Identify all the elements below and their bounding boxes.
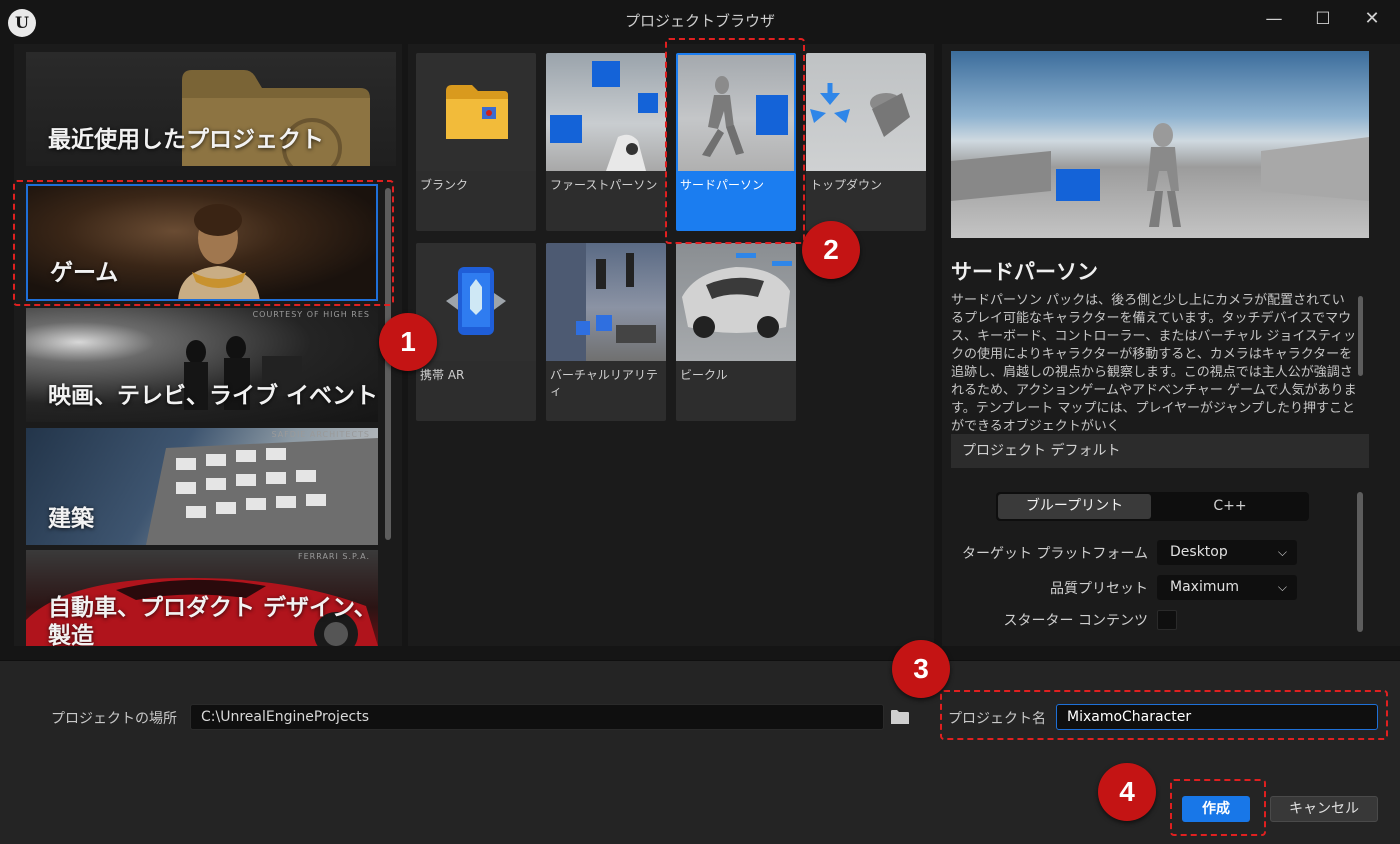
category-label: 映画、テレビ、ライブ イベント: [48, 383, 378, 409]
template-title: サードパーソン: [951, 260, 1098, 284]
third-person-mannequin: [702, 76, 788, 157]
window-title: プロジェクトブラウザ: [624, 12, 775, 30]
create-button[interactable]: 作成: [1182, 796, 1250, 822]
template-label: ファーストパーソン: [550, 178, 658, 192]
quality-preset-dropdown[interactable]: Maximum ⌵: [1157, 575, 1297, 600]
blueprint-option[interactable]: ブループリント: [998, 494, 1151, 519]
template-thumbnail: [546, 53, 666, 171]
template-grid: ブランク ファーストパーソン サードパーソン トップダウン 携帯 AR バーチャ…: [408, 44, 934, 646]
project-location-label: プロジェクトの場所: [51, 711, 177, 727]
category-label: 建築: [48, 506, 94, 532]
starter-content-label: スターター コンテンツ: [1003, 613, 1148, 629]
template-first-person[interactable]: ファーストパーソン: [546, 53, 666, 231]
template-blank[interactable]: ブランク: [416, 53, 536, 231]
step-badge-1: 1: [379, 313, 437, 371]
folder-browse-icon[interactable]: [890, 709, 910, 725]
template-thumbnail: [806, 53, 926, 171]
category-panel: 最近使用したプロジェクト ゲーム COURTESY OF HIGH RES 映画…: [14, 44, 402, 646]
project-name-input[interactable]: MixamoCharacter: [1056, 704, 1378, 730]
project-name-label: プロジェクト名: [948, 711, 1046, 727]
template-label: バーチャルリアリティ: [550, 368, 658, 398]
category-label: 最近使用したプロジェクト: [48, 127, 324, 153]
title-bar: U プロジェクトブラウザ — ☐ ✕: [0, 0, 1400, 40]
vehicle-car: [682, 253, 792, 338]
target-platform-label: ターゲット プラットフォーム: [961, 546, 1148, 562]
category-automotive-product-design[interactable]: FERRARI S.P.A. 自動車、プロダクト デザイン、製造: [26, 550, 378, 646]
virtual-reality-scene: [546, 243, 656, 361]
bottom-bar: プロジェクトの場所 C:\UnrealEngineProjects プロジェクト…: [0, 660, 1400, 844]
template-third-person[interactable]: サードパーソン: [676, 53, 796, 231]
step-badge-3: 3: [892, 640, 950, 698]
step-badge-2: 2: [802, 221, 860, 279]
settings-scrollbar[interactable]: [1357, 492, 1363, 632]
quality-preset-value: Maximum: [1170, 579, 1239, 595]
target-platform-dropdown[interactable]: Desktop ⌵: [1157, 540, 1297, 565]
close-button[interactable]: ✕: [1352, 4, 1392, 34]
image-credit: COURTESY OF HIGH RES: [252, 310, 370, 319]
top-down-scene: [810, 83, 910, 137]
cancel-button[interactable]: キャンセル: [1270, 796, 1378, 822]
quality-preset-label: 品質プリセット: [1050, 581, 1148, 597]
category-film-tv-live-events[interactable]: COURTESY OF HIGH RES 映画、テレビ、ライブ イベント: [26, 308, 378, 422]
category-label: ゲーム: [50, 260, 119, 286]
image-credit: SAFDIE ARCHITECTS: [271, 430, 370, 439]
template-label: ブランク: [420, 178, 469, 192]
project-location-input[interactable]: C:\UnrealEngineProjects: [190, 704, 884, 730]
maximize-button[interactable]: ☐: [1303, 4, 1343, 34]
template-label: ビークル: [680, 368, 728, 382]
first-person-scene: [550, 61, 658, 171]
template-description: サードパーソン パックは、後ろ側と少し上にカメラが配置されているプレイ可能なキャ…: [951, 293, 1357, 432]
language-toggle: ブループリント C++: [996, 492, 1309, 521]
template-thumbnail: [546, 243, 666, 361]
category-games[interactable]: ゲーム: [26, 184, 378, 301]
template-top-down[interactable]: トップダウン: [806, 53, 926, 231]
template-virtual-reality[interactable]: バーチャルリアリティ: [546, 243, 666, 421]
template-vehicle[interactable]: ビークル: [676, 243, 796, 421]
minimize-button[interactable]: —: [1254, 4, 1294, 34]
project-defaults-header[interactable]: プロジェクト デフォルト: [951, 434, 1369, 468]
template-label: トップダウン: [810, 178, 883, 192]
template-thumbnail: [676, 243, 796, 361]
category-architecture[interactable]: SAFDIE ARCHITECTS 建築: [26, 428, 378, 545]
image-credit: FERRARI S.P.A.: [298, 552, 370, 561]
blank-folder-icon: [446, 85, 508, 139]
cpp-option[interactable]: C++: [1153, 494, 1307, 519]
category-recent-projects[interactable]: 最近使用したプロジェクト: [26, 52, 396, 166]
template-label: サードパーソン: [680, 178, 765, 192]
chevron-down-icon: ⌵: [1277, 545, 1287, 559]
target-platform-value: Desktop: [1170, 544, 1228, 560]
template-details-panel: サードパーソン サードパーソン パックは、後ろ側と少し上にカメラが配置されている…: [942, 44, 1400, 646]
preview-scene: [951, 123, 1369, 227]
category-label: 自動車、プロダクト デザイン、製造: [48, 595, 377, 646]
template-preview-image: [951, 51, 1369, 238]
template-thumbnail: [678, 55, 794, 171]
template-thumbnail: [416, 53, 536, 171]
starter-content-checkbox[interactable]: [1157, 610, 1177, 630]
description-scrollbar[interactable]: [1358, 296, 1363, 376]
step-badge-4: 4: [1098, 763, 1156, 821]
chevron-down-icon: ⌵: [1277, 580, 1287, 594]
template-label: 携帯 AR: [420, 368, 465, 382]
